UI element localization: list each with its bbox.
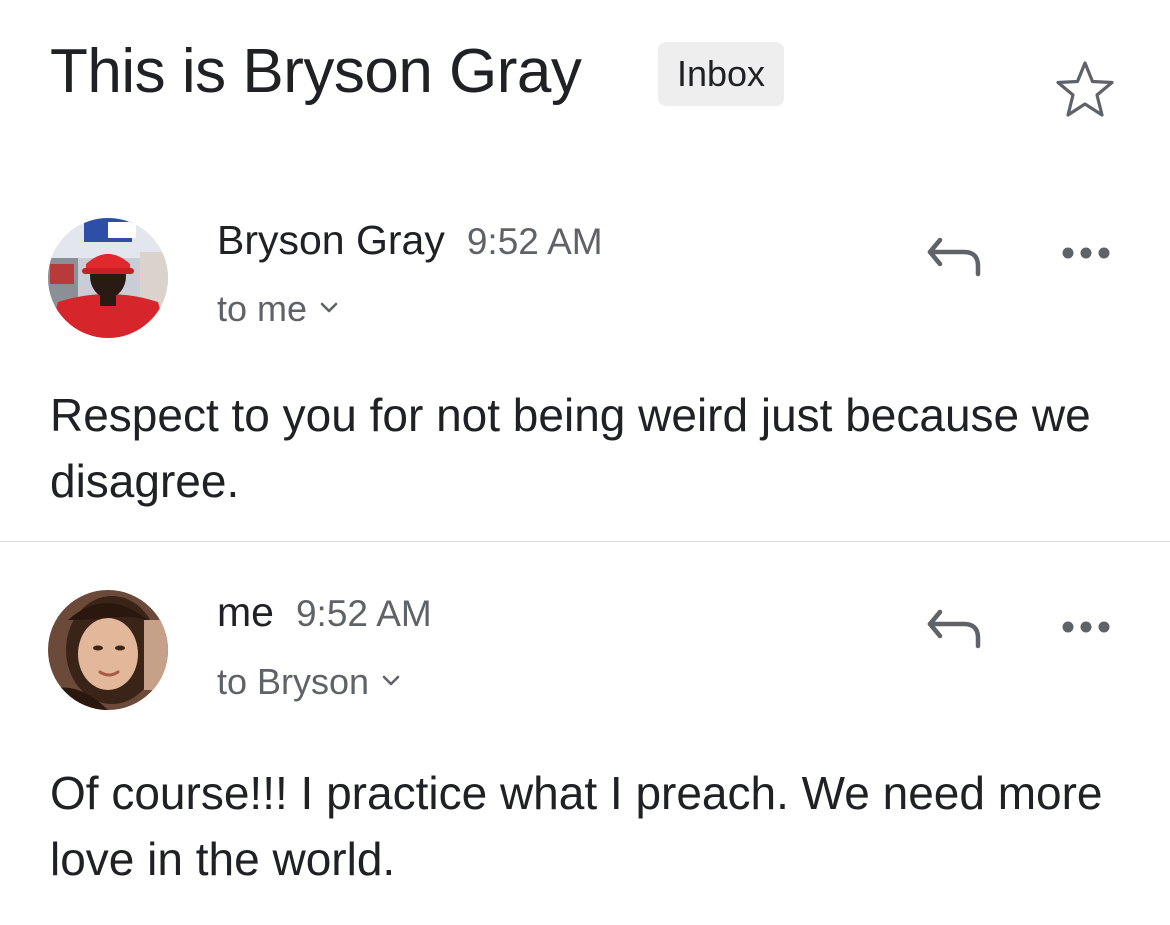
reply-arrow-icon: [927, 609, 981, 649]
sender-name: me: [217, 589, 274, 635]
message-time: 9:52 AM: [466, 221, 603, 262]
recipient-text: to me: [217, 288, 308, 329]
reply-arrow-icon: [927, 237, 981, 277]
avatar-photo: [48, 590, 168, 710]
message-me: me 9:52 AM to Bryson Of course!!! I pract…: [0, 542, 1170, 925]
sender-line: me 9:52 AM: [217, 587, 432, 647]
more-options-button[interactable]: [1058, 612, 1114, 642]
recipient-details-toggle[interactable]: to Bryson: [217, 659, 401, 705]
message-bryson-gray: Bryson Gray 9:52 AM to me Respect to you …: [0, 0, 1170, 541]
recipient-text: to Bryson: [217, 661, 370, 702]
chevron-down-icon: [320, 303, 338, 313]
more-horizontal-icon: [1062, 621, 1110, 633]
message-time: 9:52 AM: [295, 593, 432, 634]
sender-line: Bryson Gray 9:52 AM: [217, 215, 603, 275]
more-horizontal-icon: [1062, 247, 1110, 259]
recipient-details-toggle[interactable]: to me: [217, 286, 339, 332]
reply-button[interactable]: [924, 604, 988, 654]
sender-avatar[interactable]: [48, 590, 168, 710]
sender-avatar[interactable]: [48, 218, 168, 338]
reply-button[interactable]: [924, 232, 988, 282]
message-body: Respect to you for not being weird just …: [50, 389, 1091, 507]
email-thread-view: This is Bryson Gray Inbox Bryson Gray 9:…: [0, 0, 1170, 925]
avatar-photo: [48, 218, 168, 338]
message-body: Of course!!! I practice what I preach. W…: [50, 767, 1103, 885]
sender-name: Bryson Gray: [217, 217, 445, 263]
more-options-button[interactable]: [1058, 238, 1114, 268]
chevron-down-icon: [382, 676, 400, 686]
